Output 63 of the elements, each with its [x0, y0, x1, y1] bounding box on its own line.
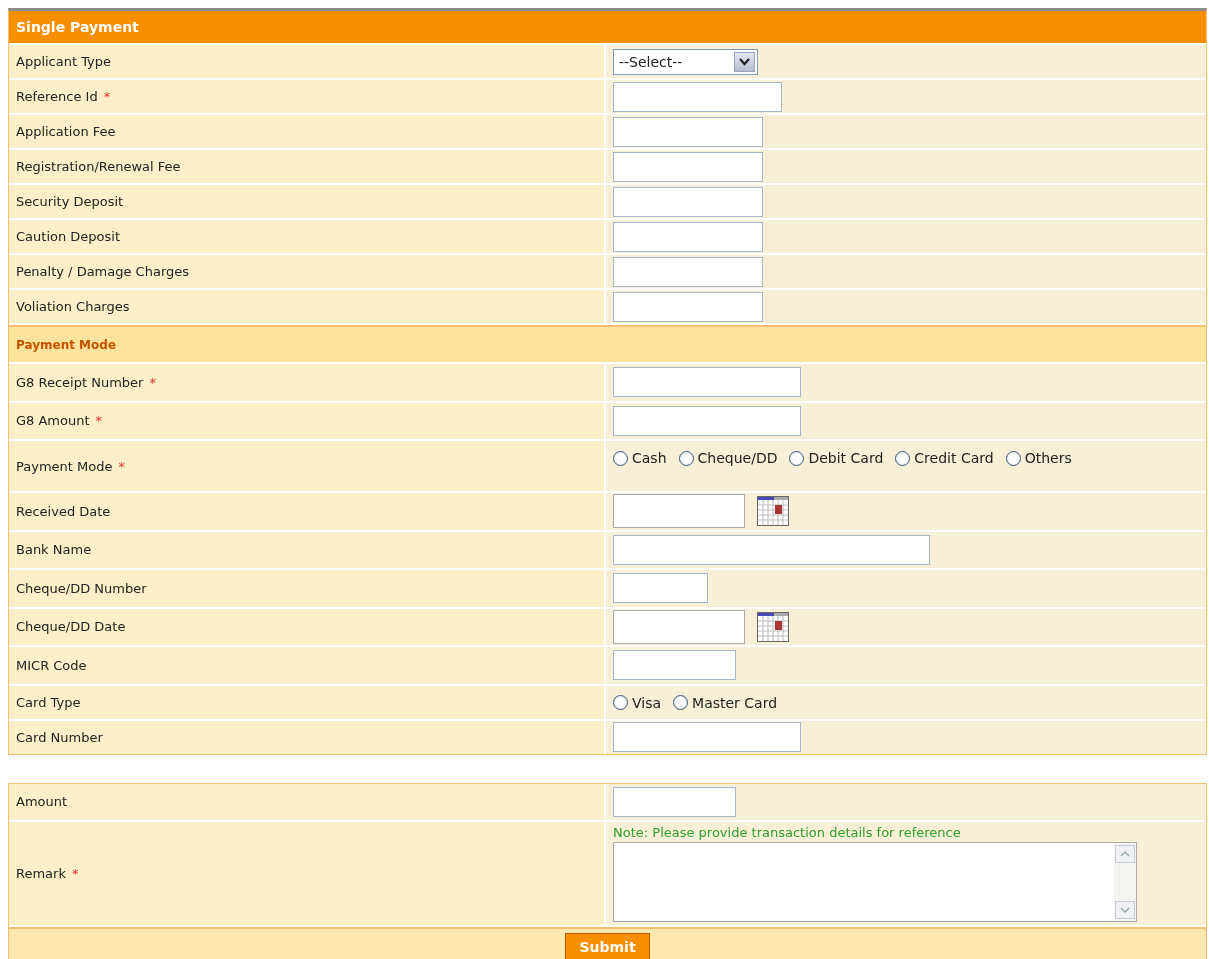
- field-label: Voliation Charges: [16, 299, 130, 314]
- calendar-icon[interactable]: [757, 611, 789, 642]
- input-field[interactable]: [613, 786, 736, 817]
- input-field[interactable]: [613, 405, 801, 436]
- field-note: Note: Please provide transaction details for reference: [613, 824, 961, 840]
- calendar-icon[interactable]: [757, 496, 789, 527]
- field-label: MICR Code: [16, 657, 87, 673]
- input-field[interactable]: [613, 256, 763, 287]
- input-field[interactable]: [613, 722, 801, 752]
- radio-button[interactable]: [678, 450, 694, 466]
- field-label: Card Type: [16, 694, 81, 710]
- radio-button[interactable]: [1005, 450, 1021, 466]
- field-label: Caution Deposit: [16, 229, 120, 244]
- field-label: Cheque/DD Date: [16, 619, 126, 635]
- required-mark: *: [71, 865, 79, 881]
- date-field[interactable]: [613, 609, 745, 644]
- field-label: Security Deposit: [16, 194, 124, 209]
- field-label: Applicant Type: [16, 54, 112, 69]
- field-label: Card Number: [16, 729, 103, 745]
- input-field[interactable]: [613, 534, 930, 565]
- field-label: Remark: [16, 865, 66, 881]
- field-label: Cheque/DD Number: [16, 580, 147, 596]
- input-field[interactable]: [613, 291, 763, 322]
- field-label: Penalty / Damage Charges: [16, 264, 190, 279]
- field-label: G8 Amount: [16, 413, 90, 429]
- radio-button[interactable]: [895, 450, 911, 466]
- field-label: G8 Receipt Number: [16, 374, 144, 390]
- input-field[interactable]: [613, 573, 708, 604]
- field-label: Registration/Renewal Fee: [16, 159, 181, 174]
- required-mark: *: [95, 413, 103, 429]
- input-field[interactable]: [613, 650, 736, 681]
- date-field[interactable]: [613, 494, 745, 529]
- radio-label: Cash: [632, 450, 667, 466]
- dropdown-caret-icon: [734, 51, 755, 72]
- input-field[interactable]: [613, 367, 801, 398]
- input-field[interactable]: [613, 81, 782, 112]
- field-label: Payment Mode: [16, 458, 113, 474]
- radio-button[interactable]: [613, 695, 628, 710]
- radio-label: Credit Card: [914, 450, 994, 466]
- remark-field[interactable]: [613, 841, 1137, 922]
- radio-button[interactable]: [789, 450, 805, 466]
- radio-button[interactable]: [613, 450, 628, 466]
- radio-label: Cheque/DD: [697, 450, 778, 466]
- radio-label: Visa: [632, 694, 662, 711]
- input-field[interactable]: [613, 151, 763, 182]
- form-title: Single Payment: [9, 11, 1206, 43]
- input-field[interactable]: [613, 186, 763, 217]
- required-mark: *: [118, 458, 125, 474]
- field-label: Application Fee: [16, 124, 116, 139]
- required-mark: *: [103, 89, 111, 104]
- field-label: Reference Id: [16, 89, 98, 104]
- field-label: Received Date: [16, 503, 111, 519]
- input-field[interactable]: [613, 116, 763, 147]
- radio-label: Debit Card: [808, 450, 884, 466]
- radio-label: Others: [1024, 450, 1072, 466]
- input-field[interactable]: [613, 221, 763, 252]
- required-mark: *: [149, 374, 156, 390]
- section-heading: Payment Mode: [9, 325, 1206, 362]
- field-label: Bank Name: [16, 542, 92, 558]
- field-label: Amount: [16, 794, 68, 809]
- radio-button[interactable]: [673, 695, 689, 710]
- radio-label: Master Card: [692, 694, 778, 711]
- applicant-type-select[interactable]: --Select--: [613, 48, 758, 75]
